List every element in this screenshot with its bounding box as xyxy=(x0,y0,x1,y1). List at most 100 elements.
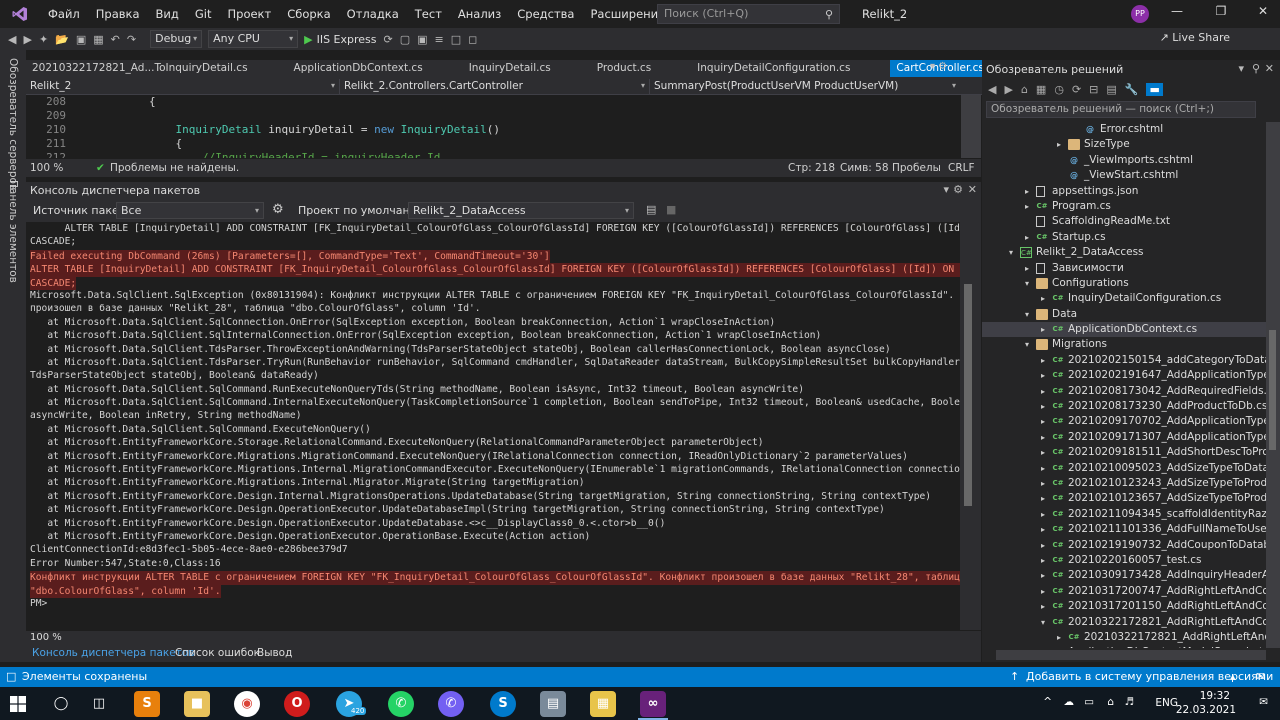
tree-expander-icon[interactable]: ▸ xyxy=(1038,430,1048,445)
server-explorer-tab[interactable]: Обозреватель серверов xyxy=(7,58,19,190)
menu-item[interactable]: Git xyxy=(187,0,220,28)
tree-item[interactable]: ▾ Data xyxy=(982,307,1266,322)
tree-item[interactable]: ▸ C# 20210209181511_AddShortDescToProductT… xyxy=(982,445,1266,460)
tree-item[interactable]: ▸ C# 20210322172821_AddRightLeftAndColourC xyxy=(982,630,1266,645)
tree-item[interactable]: ▸ C# 20210211094345_scaffoldIdentityRazorC… xyxy=(982,507,1266,522)
tree-item[interactable]: ▸ C# 20210208173042_AddRequiredFields.cs xyxy=(982,384,1266,399)
tree-expander-icon[interactable]: ▸ xyxy=(1038,645,1048,648)
menu-item[interactable]: Отладка xyxy=(339,0,407,28)
problems-status[interactable]: Проблемы не найдены. xyxy=(110,162,239,174)
tree-expander-icon[interactable]: ▸ xyxy=(1038,414,1048,429)
se-forward-icon[interactable]: ▶ xyxy=(1004,83,1012,96)
tree-item[interactable]: @ Error.cshtml xyxy=(982,122,1266,137)
line-endings[interactable]: CRLF xyxy=(948,162,975,174)
tree-expander-icon[interactable]: ▸ xyxy=(1038,553,1048,568)
tree-item[interactable]: ▸ C# 20210317201150_AddRightLeftAndColourO… xyxy=(982,599,1266,614)
tree-expander-icon[interactable]: ▸ xyxy=(1038,507,1048,522)
tree-item[interactable]: ▸ C# InquiryDetailConfiguration.cs xyxy=(982,291,1266,306)
console-zoom[interactable]: 100 % xyxy=(30,632,62,643)
tree-expander-icon[interactable]: ▸ xyxy=(1038,568,1048,583)
tab[interactable]: 20210322172821_Ad...ToInquiryDetail.cs xyxy=(26,60,254,77)
class-dropdown[interactable]: Relikt_2.Controllers.CartController ▾ xyxy=(340,79,650,94)
se-back-icon[interactable]: ◀ xyxy=(988,83,996,96)
menu-item[interactable]: Правка xyxy=(88,0,148,28)
tree-item[interactable]: ▸ C# 20210202191647_AddApplicationTypeToDa… xyxy=(982,368,1266,383)
pmc-close-icon[interactable]: ✕ xyxy=(968,183,977,196)
tree-item[interactable]: ▸ C# Program.cs xyxy=(982,199,1266,214)
task-search-icon[interactable]: ◯ xyxy=(48,691,74,717)
preview-icon[interactable]: ▬ xyxy=(1146,82,1163,96)
tree-item[interactable]: ▸ C# ApplicationDbContext.cs xyxy=(982,322,1266,338)
configuration-select[interactable]: Debug ▾ xyxy=(150,30,203,48)
tab-error-list[interactable]: Список ошибок xyxy=(175,647,260,659)
pmc-console-output[interactable]: ALTER TABLE [InquiryDetail] ADD CONSTRAI… xyxy=(26,222,960,630)
quick-search-input[interactable]: Поиск (Ctrl+Q) ⚲ xyxy=(657,4,840,24)
solution-tree-scroll-thumb[interactable] xyxy=(1269,330,1276,450)
collapse-all-icon[interactable]: ⊟ xyxy=(1089,83,1098,96)
undo-icon[interactable]: ↶ xyxy=(111,33,120,46)
tab-overflow-icon[interactable]: ▾ ⚙ xyxy=(930,61,947,72)
file-explorer-icon[interactable]: ■ xyxy=(184,691,210,717)
windows-start-icon[interactable] xyxy=(10,696,26,715)
clock-time[interactable]: 19:32 xyxy=(1200,690,1230,702)
tree-item[interactable]: ▾ C# Relikt_2_DataAccess xyxy=(982,245,1266,260)
tree-expander-icon[interactable]: ▸ xyxy=(1022,230,1032,245)
editor-zoom[interactable]: 100 % xyxy=(30,162,63,174)
tree-item[interactable]: ▸ SizeType xyxy=(982,137,1266,152)
task-view-icon[interactable]: ◫ xyxy=(86,691,112,717)
tab[interactable]: InquiryDetail.cs xyxy=(463,60,557,77)
refresh-icon[interactable]: ⟳ xyxy=(384,33,393,46)
tree-expander-icon[interactable]: ▸ xyxy=(1038,538,1048,553)
app-window-icon[interactable]: ▤ xyxy=(540,691,566,717)
cloud-icon[interactable]: ☁ xyxy=(1064,696,1075,708)
solution-tree-hscrollbar[interactable] xyxy=(996,650,1266,660)
save-icon[interactable]: ▣ xyxy=(76,33,86,46)
tree-item[interactable]: ▾ Migrations xyxy=(982,337,1266,352)
tree-item[interactable]: ▸ C# 20210309173428_AddInquiryHeaderAndDet… xyxy=(982,568,1266,583)
tree-expander-icon[interactable]: ▸ xyxy=(1022,199,1032,214)
menu-item[interactable]: Файл xyxy=(40,0,88,28)
tree-item[interactable]: ▾ C# 20210322172821_AddRightLeftAndColourO… xyxy=(982,615,1266,630)
battery-icon[interactable]: ▭ xyxy=(1084,696,1094,708)
redo-icon[interactable]: ↷ xyxy=(127,33,136,46)
run-target-button[interactable]: IIS Express xyxy=(317,33,377,46)
se-options-icon[interactable]: ▾ xyxy=(1238,62,1244,75)
tree-expander-icon[interactable]: ▸ xyxy=(1038,399,1048,414)
tree-expander-icon[interactable]: ▾ xyxy=(1006,245,1016,260)
se-switch-views-icon[interactable]: ▦ xyxy=(1036,83,1046,96)
tab[interactable]: InquiryDetailConfiguration.cs xyxy=(691,60,856,77)
tree-expander-icon[interactable]: ▸ xyxy=(1038,353,1048,368)
pmc-options-icon[interactable]: ▾ xyxy=(943,183,949,196)
show-all-files-icon[interactable]: ▤ xyxy=(1106,83,1116,96)
home-icon[interactable]: ⌂ xyxy=(1021,83,1028,96)
tree-expander-icon[interactable]: ▾ xyxy=(1022,307,1032,322)
tree-expander-icon[interactable]: ▸ xyxy=(1038,445,1048,460)
pending-changes-icon[interactable]: ◷ xyxy=(1054,83,1064,96)
tree-expander-icon[interactable]: ▸ xyxy=(1038,522,1048,537)
comment-icon[interactable]: □ xyxy=(451,33,461,46)
play-icon[interactable]: ▶ xyxy=(304,33,312,46)
tree-item[interactable]: ▸ C# 20210209170702_AddApplicationTypeToPr… xyxy=(982,414,1266,429)
bookmark-icon[interactable]: ◻ xyxy=(468,33,477,46)
tab-package-manager-console[interactable]: Консоль диспетчера пакетов xyxy=(32,647,194,659)
format-icon[interactable]: ≡ xyxy=(435,33,444,46)
console-scroll-thumb[interactable] xyxy=(964,284,972,506)
tree-expander-icon[interactable]: ▸ xyxy=(1054,137,1064,152)
member-dropdown[interactable]: SummaryPost(ProductUserVM ProductUserVM)… xyxy=(650,79,960,94)
platform-select[interactable]: Any CPU ▾ xyxy=(208,30,299,48)
solution-explorer-search[interactable]: Обозреватель решений — поиск (Ctrl+;) xyxy=(986,101,1256,118)
tree-expander-icon[interactable]: ▸ xyxy=(1038,322,1048,337)
forward-icon[interactable]: ▶ xyxy=(23,33,31,46)
settings-icon[interactable]: ⚙ xyxy=(272,202,284,217)
properties-icon[interactable]: 🔧 xyxy=(1125,83,1139,96)
tree-item[interactable]: ▾ Configurations xyxy=(982,276,1266,291)
default-project-select[interactable]: Relikt_2_DataAccess ▾ xyxy=(408,202,634,219)
tree-item[interactable]: ▸ C# ApplicationDbContextModelSnapshot.cs xyxy=(982,645,1266,648)
avatar[interactable]: PP xyxy=(1131,5,1149,23)
vscode-icon[interactable]: S xyxy=(490,691,516,717)
tab[interactable]: Product.cs xyxy=(591,60,657,77)
tree-item[interactable]: ▸ C# 20210219190732_AddCouponToDatabase.cs xyxy=(982,538,1266,553)
tree-expander-icon[interactable]: ▸ xyxy=(1038,491,1048,506)
tree-expander-icon[interactable]: ▾ xyxy=(1022,276,1032,291)
se-close-icon[interactable]: ✕ xyxy=(1265,62,1274,75)
